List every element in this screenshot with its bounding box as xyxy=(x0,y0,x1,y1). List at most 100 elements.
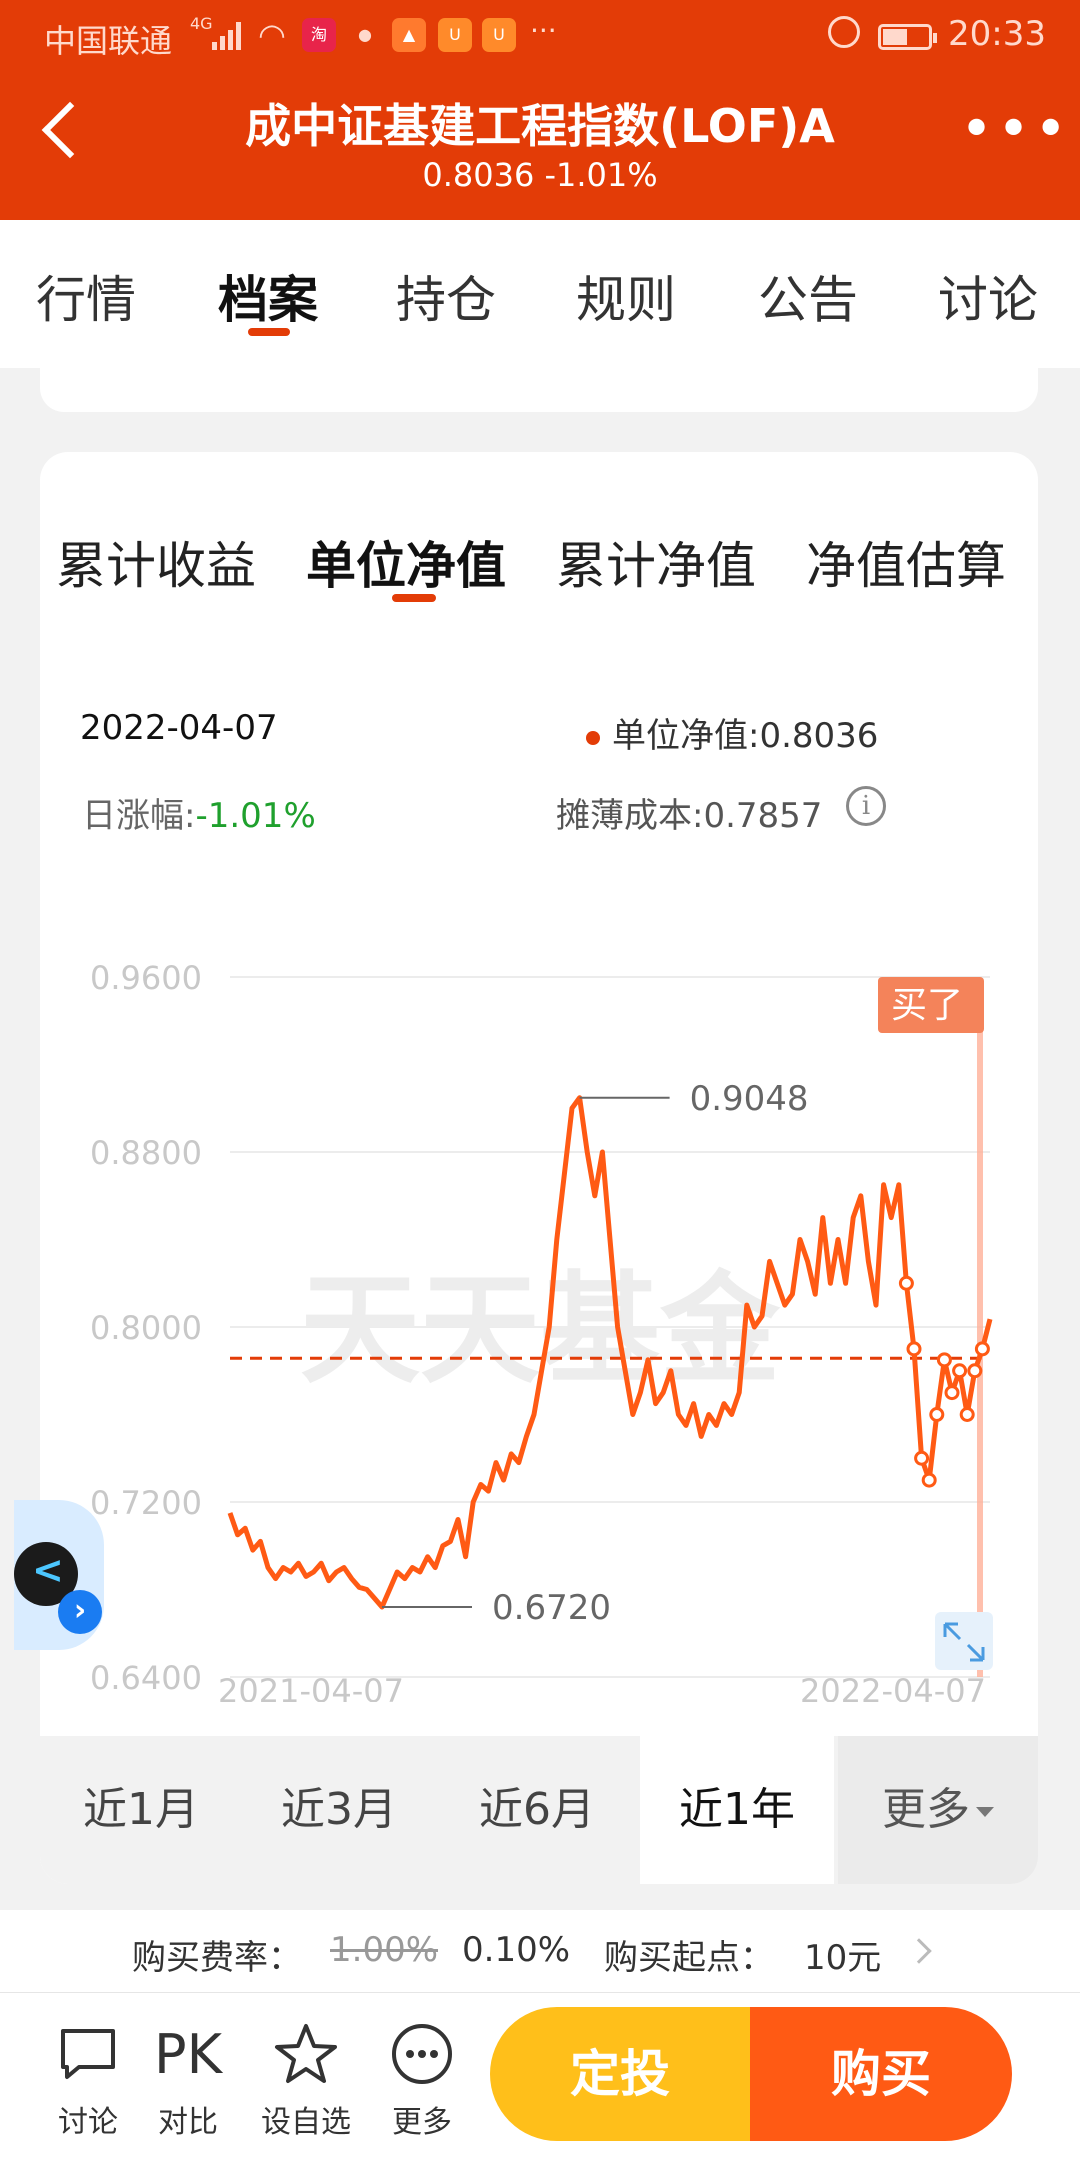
info-icon[interactable]: i xyxy=(846,786,886,826)
more-menu-icon[interactable]: ••• xyxy=(960,102,1071,158)
alarm-icon xyxy=(828,16,860,48)
subtab-unit-nav[interactable]: 单位净值 xyxy=(306,526,506,598)
back-icon[interactable] xyxy=(41,101,99,159)
compare-button[interactable]: PK 对比 xyxy=(138,2019,238,2141)
holding-point xyxy=(952,1363,968,1379)
subtab-cumulative-nav[interactable]: 累计净值 xyxy=(556,526,756,598)
expand-icon-bg xyxy=(935,1612,993,1670)
holding-point xyxy=(906,1341,922,1357)
fee-info-bar[interactable]: 购买费率： 1.00% 0.10% 购买起点： 10元 xyxy=(0,1910,1080,1992)
more-icon xyxy=(372,2019,472,2089)
period-1m[interactable]: 近1月 xyxy=(44,1736,238,1884)
period-selector: 近1月 近3月 近6月 近1年 更多 xyxy=(40,1736,1038,1884)
y-tick-label: 0.9600 xyxy=(90,959,202,997)
expand-icon[interactable] xyxy=(935,1612,993,1670)
chevron-right-icon xyxy=(906,1938,932,1964)
app-notification-icon: 淘 xyxy=(302,18,336,52)
app-notification-icon: ▲ xyxy=(392,18,426,52)
bottom-action-bar: 讨论 PK 对比 设自选 更多 定投 购买 xyxy=(0,1992,1080,2160)
previous-card xyxy=(40,368,1038,412)
buy-button[interactable]: 购买 xyxy=(750,2007,1012,2141)
compare-label: 对比 xyxy=(158,2105,218,2140)
unit-nav-readout: 单位净值:0.8036 xyxy=(586,708,878,757)
daily-change-value: -1.01% xyxy=(195,796,316,836)
holding-point xyxy=(921,1472,937,1488)
period-more-label: 更多 xyxy=(882,1784,970,1835)
active-tab-indicator xyxy=(248,328,290,336)
holding-point xyxy=(967,1363,983,1379)
star-icon xyxy=(256,2019,356,2089)
holding-point xyxy=(936,1352,952,1368)
holding-point xyxy=(929,1407,945,1422)
app-notification-icon: U xyxy=(482,18,516,52)
active-subtab-indicator xyxy=(392,594,436,602)
header-bar: 中国联通 4G ◠ 淘 ● ▲ U U ··· 20:33 成中证基建工程指数(… xyxy=(0,0,1080,220)
assistant-bot-float[interactable]: › xyxy=(14,1500,104,1650)
min-purchase-label: 购买起点： xyxy=(604,1938,774,1978)
more-label: 更多 xyxy=(392,2105,452,2140)
nav-chart-card: 累计收益 单位净值 累计净值 净值估算 2022-04-07 单位净值:0.80… xyxy=(40,452,1038,1884)
more-notifications-icon: ··· xyxy=(530,14,557,47)
min-purchase-value: 10元 xyxy=(804,1938,882,1978)
main-tabs: 行情 档案 持仓 规则 公告 讨论 xyxy=(0,220,1080,368)
x-start-label: 2021-04-07 xyxy=(218,1672,404,1702)
page-subtitle: 0.8036 -1.01% xyxy=(422,156,658,194)
fee-rate-discounted: 0.10% xyxy=(462,1930,571,1970)
y-tick-label: 0.7200 xyxy=(90,1484,202,1522)
x-end-label: 2022-04-07 xyxy=(800,1672,986,1702)
add-watchlist-button[interactable]: 设自选 xyxy=(256,2019,356,2141)
discuss-label: 讨论 xyxy=(58,2105,118,2140)
chevron-right-icon[interactable]: › xyxy=(58,1590,102,1634)
period-1y[interactable]: 近1年 xyxy=(640,1736,834,1884)
wechat-icon: ● xyxy=(358,25,372,44)
tab-discussion[interactable]: 讨论 xyxy=(938,260,1038,332)
y-tick-label: 0.8000 xyxy=(90,1309,202,1347)
page-title: 成中证基建工程指数(LOF)A xyxy=(245,99,835,153)
subtab-cumulative-return[interactable]: 累计收益 xyxy=(56,526,256,598)
network-type-label: 4G xyxy=(190,14,213,33)
period-more[interactable]: 更多 xyxy=(838,1736,1038,1884)
period-3m[interactable]: 近3月 xyxy=(242,1736,436,1884)
diluted-cost-value: 0.7857 xyxy=(703,796,823,836)
clock: 20:33 xyxy=(948,14,1046,54)
more-button[interactable]: 更多 xyxy=(372,2019,472,2141)
diluted-cost-readout: 摊薄成本:0.7857 xyxy=(556,788,822,837)
discuss-button[interactable]: 讨论 xyxy=(38,2019,138,2141)
auto-invest-button[interactable]: 定投 xyxy=(490,2007,750,2141)
carrier-label: 中国联通 xyxy=(44,22,173,60)
status-bar: 中国联通 4G ◠ 淘 ● ▲ U U ··· 20:33 xyxy=(0,0,1080,72)
min-value-label: 0.6720 xyxy=(492,1588,611,1628)
nav-line-chart[interactable]: 0.96000.88000.80000.72000.6400天天基金买了0.90… xyxy=(40,912,1038,1702)
app-notification-icon: U xyxy=(438,18,472,52)
series-dot-icon xyxy=(586,730,600,745)
fee-rate-original: 1.00% xyxy=(330,1930,439,1970)
signal-icon xyxy=(212,20,246,50)
add-watchlist-label: 设自选 xyxy=(261,2105,351,2140)
holding-point xyxy=(959,1407,975,1422)
buy-tag-label: 买了 xyxy=(891,985,963,1026)
tab-announcements[interactable]: 公告 xyxy=(758,260,858,332)
holding-point xyxy=(944,1385,960,1401)
y-tick-label: 0.6400 xyxy=(90,1659,202,1697)
diluted-cost-label: 摊薄成本: xyxy=(556,796,704,836)
unit-nav-value: 0.8036 xyxy=(759,716,879,756)
holding-point xyxy=(914,1450,930,1466)
subtab-nav-estimate[interactable]: 净值估算 xyxy=(806,526,1006,598)
caret-down-icon xyxy=(976,1807,994,1817)
holding-point xyxy=(898,1275,914,1291)
tab-holdings[interactable]: 持仓 xyxy=(396,260,496,332)
tab-profile[interactable]: 档案 xyxy=(218,260,318,332)
comment-icon xyxy=(38,2019,138,2089)
daily-change-label: 日涨幅: xyxy=(82,796,196,836)
tab-rules[interactable]: 规则 xyxy=(576,260,676,332)
max-value-label: 0.9048 xyxy=(690,1079,809,1119)
fee-rate-label: 购买费率： xyxy=(132,1938,302,1978)
period-6m[interactable]: 近6月 xyxy=(440,1736,634,1884)
holding-point xyxy=(974,1341,990,1357)
wifi-icon: ◠ xyxy=(258,16,286,54)
tab-quote[interactable]: 行情 xyxy=(36,260,136,332)
y-tick-label: 0.8800 xyxy=(90,1134,202,1172)
selected-date: 2022-04-07 xyxy=(80,708,278,748)
pk-icon: PK xyxy=(154,2022,222,2086)
daily-change-readout: 日涨幅:-1.01% xyxy=(82,788,316,837)
